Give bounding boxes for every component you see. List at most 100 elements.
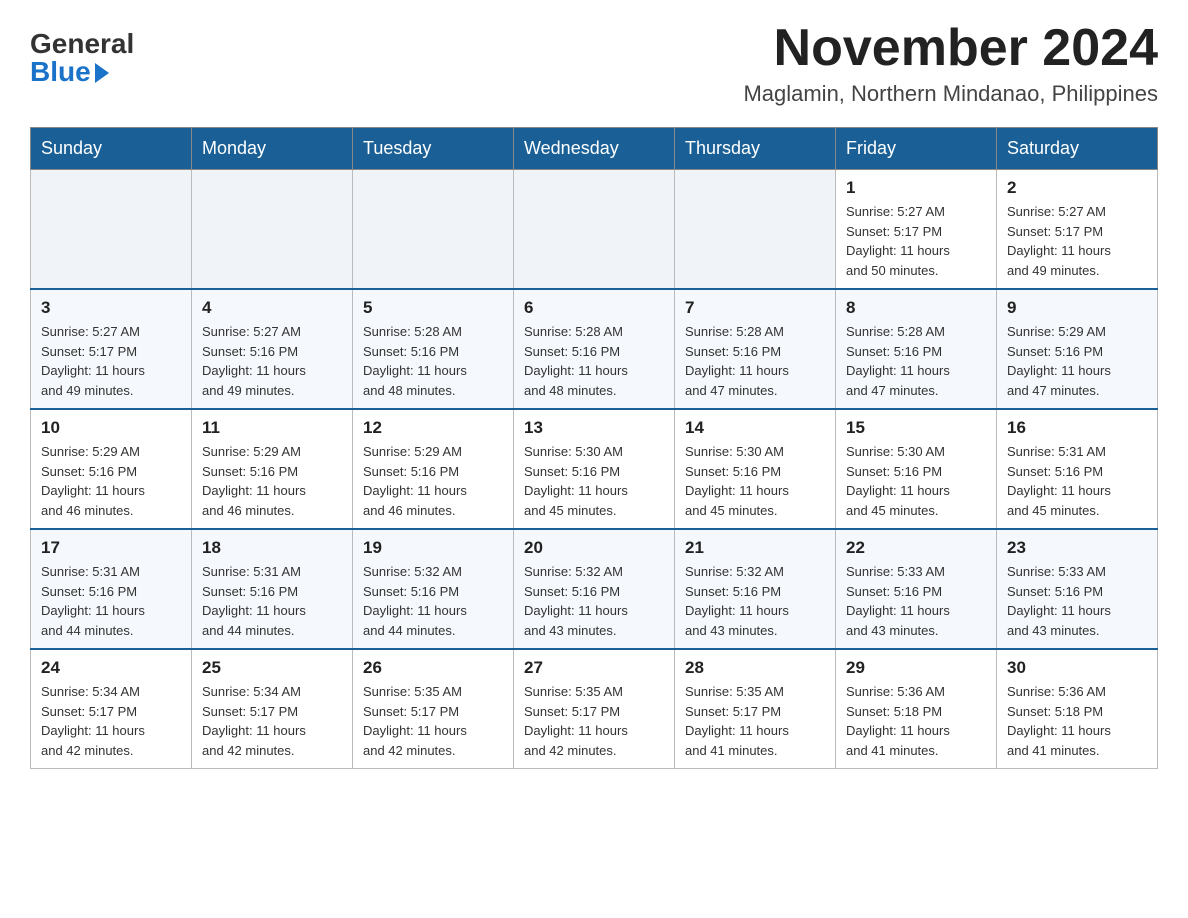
calendar-cell [31,170,192,290]
day-number: 29 [846,658,986,678]
day-number: 1 [846,178,986,198]
day-number: 18 [202,538,342,558]
calendar-cell: 4 Sunrise: 5:27 AMSunset: 5:16 PMDaylight… [192,289,353,409]
day-info: Sunrise: 5:30 AMSunset: 5:16 PMDaylight:… [685,442,825,520]
day-info: Sunrise: 5:33 AMSunset: 5:16 PMDaylight:… [846,562,986,640]
calendar-cell: 18 Sunrise: 5:31 AMSunset: 5:16 PMDayligh… [192,529,353,649]
month-title: November 2024 [743,20,1158,77]
day-info: Sunrise: 5:32 AMSunset: 5:16 PMDaylight:… [363,562,503,640]
calendar-week-row: 1 Sunrise: 5:27 AMSunset: 5:17 PMDaylight… [31,170,1158,290]
day-info: Sunrise: 5:31 AMSunset: 5:16 PMDaylight:… [202,562,342,640]
day-number: 6 [524,298,664,318]
day-info: Sunrise: 5:32 AMSunset: 5:16 PMDaylight:… [524,562,664,640]
day-number: 16 [1007,418,1147,438]
calendar-header-wednesday: Wednesday [514,128,675,170]
day-info: Sunrise: 5:27 AMSunset: 5:17 PMDaylight:… [1007,202,1147,280]
day-number: 17 [41,538,181,558]
day-number: 19 [363,538,503,558]
day-number: 20 [524,538,664,558]
calendar-cell: 11 Sunrise: 5:29 AMSunset: 5:16 PMDayligh… [192,409,353,529]
logo-triangle-icon [95,63,109,83]
day-info: Sunrise: 5:30 AMSunset: 5:16 PMDaylight:… [524,442,664,520]
logo-general-text: General [30,30,134,58]
calendar-cell: 17 Sunrise: 5:31 AMSunset: 5:16 PMDayligh… [31,529,192,649]
calendar-cell: 27 Sunrise: 5:35 AMSunset: 5:17 PMDayligh… [514,649,675,769]
calendar-header-tuesday: Tuesday [353,128,514,170]
day-info: Sunrise: 5:31 AMSunset: 5:16 PMDaylight:… [1007,442,1147,520]
day-number: 22 [846,538,986,558]
calendar-cell: 9 Sunrise: 5:29 AMSunset: 5:16 PMDaylight… [997,289,1158,409]
day-info: Sunrise: 5:34 AMSunset: 5:17 PMDaylight:… [41,682,181,760]
logo-blue-text: Blue [30,58,91,86]
day-number: 11 [202,418,342,438]
calendar-week-row: 24Sunrise: 5:34 AMSunset: 5:17 PMDayligh… [31,649,1158,769]
calendar-cell: 5 Sunrise: 5:28 AMSunset: 5:16 PMDaylight… [353,289,514,409]
calendar-cell: 28 Sunrise: 5:35 AMSunset: 5:17 PMDayligh… [675,649,836,769]
day-info: Sunrise: 5:32 AMSunset: 5:16 PMDaylight:… [685,562,825,640]
day-info: Sunrise: 5:31 AMSunset: 5:16 PMDaylight:… [41,562,181,640]
day-number: 5 [363,298,503,318]
day-number: 25 [202,658,342,678]
calendar-cell: 1Sunrise: 5:27 AMSunset: 5:17 PMDaylight… [836,170,997,290]
day-number: 12 [363,418,503,438]
calendar-cell: 2Sunrise: 5:27 AMSunset: 5:17 PMDaylight… [997,170,1158,290]
calendar-cell: 20 Sunrise: 5:32 AMSunset: 5:16 PMDayligh… [514,529,675,649]
day-number: 3 [41,298,181,318]
header: General Blue November 2024 Maglamin, Nor… [30,20,1158,107]
calendar-cell: 30Sunrise: 5:36 AMSunset: 5:18 PMDayligh… [997,649,1158,769]
day-info: Sunrise: 5:28 AMSunset: 5:16 PMDaylight:… [685,322,825,400]
day-info: Sunrise: 5:35 AMSunset: 5:17 PMDaylight:… [685,682,825,760]
day-info: Sunrise: 5:29 AMSunset: 5:16 PMDaylight:… [1007,322,1147,400]
calendar-table: SundayMondayTuesdayWednesdayThursdayFrid… [30,127,1158,769]
calendar-header-sunday: Sunday [31,128,192,170]
calendar-cell: 6Sunrise: 5:28 AMSunset: 5:16 PMDaylight… [514,289,675,409]
location-title: Maglamin, Northern Mindanao, Philippines [743,81,1158,107]
day-number: 10 [41,418,181,438]
calendar-cell [353,170,514,290]
calendar-cell: 26Sunrise: 5:35 AMSunset: 5:17 PMDayligh… [353,649,514,769]
day-number: 13 [524,418,664,438]
calendar-week-row: 17 Sunrise: 5:31 AMSunset: 5:16 PMDayligh… [31,529,1158,649]
calendar-cell: 12Sunrise: 5:29 AMSunset: 5:16 PMDayligh… [353,409,514,529]
day-number: 14 [685,418,825,438]
day-info: Sunrise: 5:29 AMSunset: 5:16 PMDaylight:… [202,442,342,520]
day-number: 8 [846,298,986,318]
day-number: 9 [1007,298,1147,318]
day-info: Sunrise: 5:35 AMSunset: 5:17 PMDaylight:… [524,682,664,760]
calendar-header-saturday: Saturday [997,128,1158,170]
calendar-cell [514,170,675,290]
calendar-header-friday: Friday [836,128,997,170]
calendar-week-row: 3 Sunrise: 5:27 AMSunset: 5:17 PMDaylight… [31,289,1158,409]
calendar-cell: 16 Sunrise: 5:31 AMSunset: 5:16 PMDayligh… [997,409,1158,529]
day-number: 21 [685,538,825,558]
calendar-cell: 15Sunrise: 5:30 AMSunset: 5:16 PMDayligh… [836,409,997,529]
day-info: Sunrise: 5:29 AMSunset: 5:16 PMDaylight:… [41,442,181,520]
calendar-cell: 21 Sunrise: 5:32 AMSunset: 5:16 PMDayligh… [675,529,836,649]
calendar-cell: 13 Sunrise: 5:30 AMSunset: 5:16 PMDayligh… [514,409,675,529]
calendar-cell: 3 Sunrise: 5:27 AMSunset: 5:17 PMDaylight… [31,289,192,409]
day-number: 15 [846,418,986,438]
day-info: Sunrise: 5:27 AMSunset: 5:17 PMDaylight:… [41,322,181,400]
calendar-cell: 10 Sunrise: 5:29 AMSunset: 5:16 PMDayligh… [31,409,192,529]
calendar-cell: 25Sunrise: 5:34 AMSunset: 5:17 PMDayligh… [192,649,353,769]
calendar-cell: 14 Sunrise: 5:30 AMSunset: 5:16 PMDayligh… [675,409,836,529]
calendar-cell: 24Sunrise: 5:34 AMSunset: 5:17 PMDayligh… [31,649,192,769]
title-area: November 2024 Maglamin, Northern Mindana… [743,20,1158,107]
calendar-cell: 7Sunrise: 5:28 AMSunset: 5:16 PMDaylight… [675,289,836,409]
day-number: 28 [685,658,825,678]
logo: General Blue [30,20,134,86]
calendar-cell [192,170,353,290]
calendar-week-row: 10 Sunrise: 5:29 AMSunset: 5:16 PMDayligh… [31,409,1158,529]
calendar-header-monday: Monday [192,128,353,170]
day-info: Sunrise: 5:28 AMSunset: 5:16 PMDaylight:… [363,322,503,400]
calendar-cell: 29Sunrise: 5:36 AMSunset: 5:18 PMDayligh… [836,649,997,769]
day-info: Sunrise: 5:35 AMSunset: 5:17 PMDaylight:… [363,682,503,760]
day-number: 23 [1007,538,1147,558]
day-number: 4 [202,298,342,318]
day-info: Sunrise: 5:36 AMSunset: 5:18 PMDaylight:… [1007,682,1147,760]
calendar-cell: 23 Sunrise: 5:33 AMSunset: 5:16 PMDayligh… [997,529,1158,649]
day-info: Sunrise: 5:33 AMSunset: 5:16 PMDaylight:… [1007,562,1147,640]
day-info: Sunrise: 5:27 AMSunset: 5:16 PMDaylight:… [202,322,342,400]
day-info: Sunrise: 5:28 AMSunset: 5:16 PMDaylight:… [846,322,986,400]
day-number: 27 [524,658,664,678]
